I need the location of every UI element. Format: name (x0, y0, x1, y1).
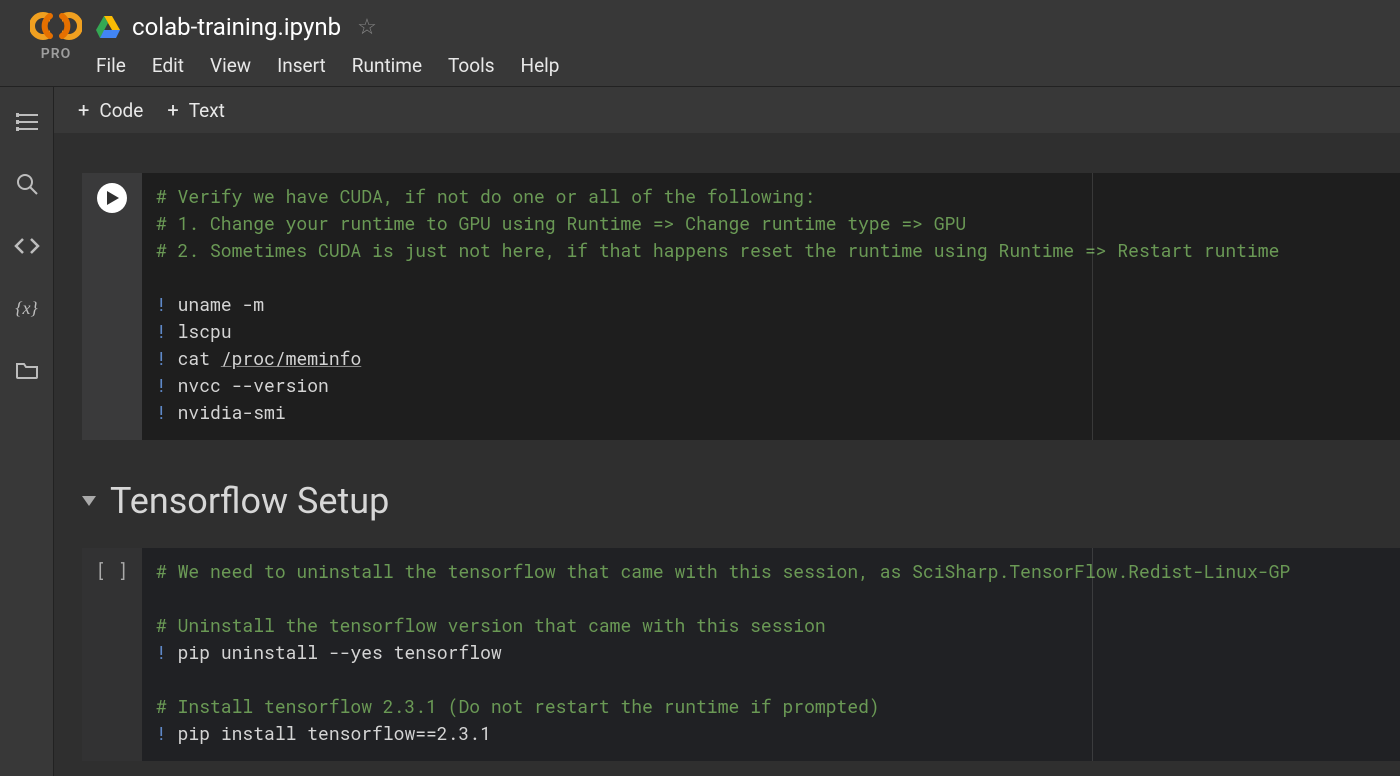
logo-pro-label: PRO (41, 46, 72, 62)
toc-icon[interactable] (14, 109, 40, 135)
run-cell-button[interactable] (97, 183, 127, 213)
star-icon[interactable]: ☆ (357, 15, 377, 40)
logo-column: PRO (16, 8, 96, 62)
execution-count[interactable]: [ ] (96, 558, 128, 761)
menu-tools[interactable]: Tools (448, 54, 495, 77)
plus-icon: + (78, 98, 89, 122)
add-code-label: Code (99, 99, 143, 122)
add-code-button[interactable]: + Code (78, 98, 143, 122)
code-snippets-icon[interactable] (14, 233, 40, 259)
colab-logo-icon (30, 10, 82, 42)
menu-file[interactable]: File (96, 54, 126, 77)
cell-gutter (82, 173, 142, 440)
main-area: + Code + Text # Verify we have CUDA, if … (54, 87, 1400, 776)
menu-runtime[interactable]: Runtime (352, 54, 422, 77)
cell-gutter: [ ] (82, 548, 142, 761)
code-cell[interactable]: # Verify we have CUDA, if not do one or … (82, 173, 1400, 440)
variables-icon[interactable]: {x} (14, 295, 40, 321)
menubar: File Edit View Insert Runtime Tools Help (96, 54, 1400, 77)
code-editor[interactable]: # Verify we have CUDA, if not do one or … (142, 173, 1400, 440)
menu-edit[interactable]: Edit (152, 54, 184, 77)
code-cell[interactable]: [ ] # We need to uninstall the tensorflo… (82, 548, 1400, 761)
document-title[interactable]: colab-training.ipynb (132, 13, 341, 41)
search-icon[interactable] (14, 171, 40, 197)
cell-toolbar: + Code + Text (54, 87, 1400, 133)
collapse-section-icon[interactable] (82, 496, 96, 506)
menu-help[interactable]: Help (521, 54, 560, 77)
add-text-label: Text (189, 99, 225, 122)
add-text-button[interactable]: + Text (167, 98, 225, 122)
code-editor[interactable]: # We need to uninstall the tensorflow th… (142, 548, 1400, 761)
title-area: colab-training.ipynb ☆ File Edit View In… (96, 8, 1400, 77)
drive-icon (96, 16, 120, 38)
plus-icon: + (167, 98, 178, 122)
notebook: # Verify we have CUDA, if not do one or … (54, 133, 1400, 776)
header: PRO colab-training.ipynb ☆ File Edit Vie… (0, 0, 1400, 86)
section-heading[interactable]: Tensorflow Setup (110, 480, 389, 522)
section-heading-row: Tensorflow Setup (82, 480, 1400, 522)
menu-view[interactable]: View (210, 54, 251, 77)
left-rail: {x} (0, 87, 54, 776)
menu-insert[interactable]: Insert (277, 54, 326, 77)
workspace: {x} + Code + Text (0, 86, 1400, 776)
files-icon[interactable] (14, 357, 40, 383)
